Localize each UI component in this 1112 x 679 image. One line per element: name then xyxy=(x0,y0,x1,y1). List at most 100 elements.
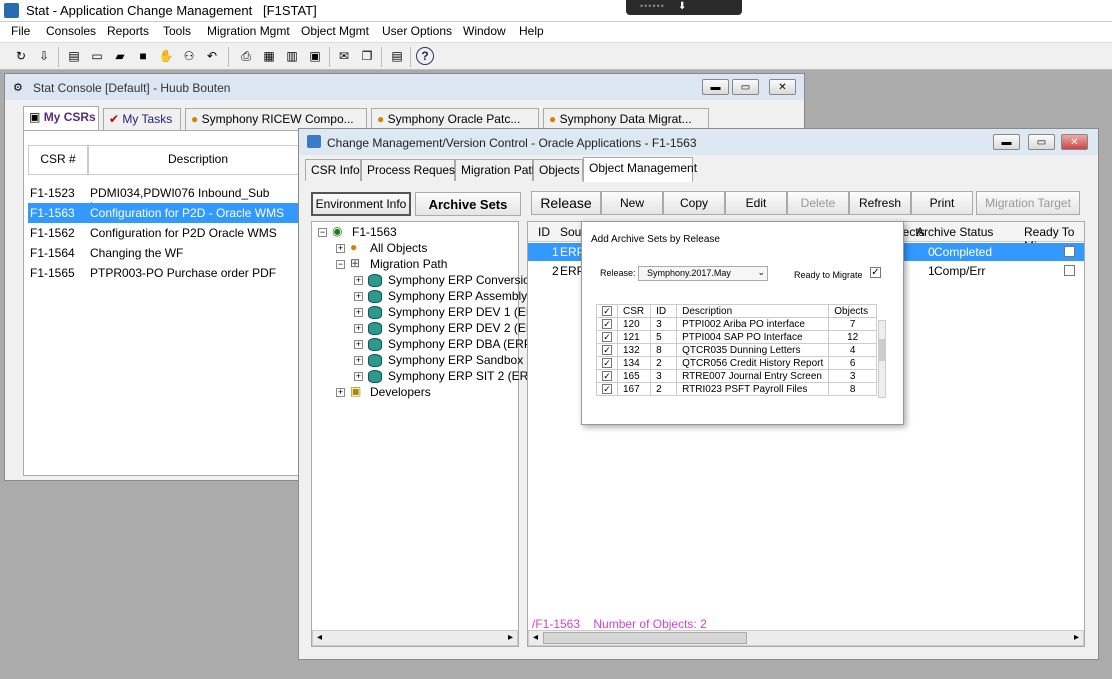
column-header-csr[interactable]: CSR xyxy=(616,304,652,318)
windows-icon[interactable]: ❐ xyxy=(358,47,376,65)
edit-button[interactable]: Edit xyxy=(725,191,787,215)
menu-consoles[interactable]: Consoles xyxy=(46,24,96,38)
row-checkbox-cell[interactable]: ✓ xyxy=(596,356,618,370)
ready-checkbox[interactable] xyxy=(1064,246,1075,257)
maximize-button[interactable]: ▭ xyxy=(732,79,759,95)
refresh-button[interactable]: Refresh xyxy=(849,191,911,215)
new-csr-icon[interactable]: ⇩ xyxy=(35,47,53,65)
tree-env[interactable]: Symphony ERP Conversion xyxy=(388,273,537,287)
tab-process-request[interactable]: Process Request xyxy=(361,159,458,181)
maximize-button[interactable]: ▭ xyxy=(1028,134,1055,150)
table-row[interactable]: F1-1562 Configuration for P2D Oracle WMS xyxy=(28,223,298,243)
row-checkbox[interactable]: ✓ xyxy=(602,384,612,394)
expand-icon[interactable]: + xyxy=(354,308,363,317)
save-icon[interactable]: ■ xyxy=(134,47,152,65)
copy-button[interactable]: Copy xyxy=(663,191,725,215)
row-checkbox[interactable]: ✓ xyxy=(602,358,612,368)
calendar-icon[interactable]: ▣ xyxy=(306,47,324,65)
menu-migration-mgmt[interactable]: Migration Mgmt xyxy=(207,24,290,38)
grid-row[interactable]: ✓ 121 5 PTPI004 SAP PO Interface 12 xyxy=(596,330,877,344)
tree-env[interactable]: Symphony ERP DEV 1 (ERP xyxy=(388,305,543,319)
open-icon[interactable]: ↻ xyxy=(12,47,30,65)
tab-oracle-patch[interactable]: ● Symphony Oracle Patc... xyxy=(371,108,539,130)
tree-env[interactable]: Symphony ERP SIT 2 (ERP xyxy=(388,369,536,383)
minimize-button[interactable]: ▬ xyxy=(993,134,1020,150)
environment-info-button[interactable]: Environment Info xyxy=(311,192,411,216)
remote-session-bar[interactable]: •••••• ⬇ xyxy=(626,0,742,15)
folder-icon[interactable]: ▰ xyxy=(111,47,129,65)
table-row-selected[interactable]: F1-1563 Configuration for P2D - Oracle W… xyxy=(28,203,298,223)
collapse-icon[interactable]: − xyxy=(336,260,345,269)
grid-row[interactable]: ✓ 167 2 RTRI023 PSFT Payroll Files 8 xyxy=(596,382,877,396)
menu-user-options[interactable]: User Options xyxy=(382,24,452,38)
tab-csr-info[interactable]: CSR Info xyxy=(305,159,361,181)
grid-row[interactable]: ✓ 120 3 PTPI002 Ariba PO interface 7 xyxy=(596,317,877,331)
column-header-objects[interactable]: Objects xyxy=(828,304,877,318)
migration-target-button[interactable]: Migration Target xyxy=(976,191,1080,215)
column-header-csr[interactable]: CSR # xyxy=(28,145,88,175)
print-button[interactable]: Print xyxy=(911,191,973,215)
table-row[interactable]: F1-1564 Changing the WF xyxy=(28,243,298,263)
document-icon[interactable]: ▤ xyxy=(65,47,83,65)
grid-v-scrollbar[interactable] xyxy=(878,320,886,398)
archive-sets-button[interactable]: Archive Sets xyxy=(415,192,521,216)
print-icon[interactable]: ⎙ xyxy=(237,47,255,65)
tab-data-migration[interactable]: ● Symphony Data Migrat... xyxy=(543,108,709,130)
ready-to-migrate-checkbox[interactable]: ✓ xyxy=(870,267,881,278)
row-checkbox[interactable]: ✓ xyxy=(602,345,612,355)
messages-icon[interactable]: ✉ xyxy=(335,47,353,65)
row-checkbox[interactable]: ✓ xyxy=(602,332,612,342)
expand-icon[interactable]: + xyxy=(354,356,363,365)
expand-icon[interactable]: + xyxy=(354,340,363,349)
menu-help[interactable]: Help xyxy=(519,24,544,38)
grid-row[interactable]: ✓ 132 8 QTCR035 Dunning Letters 4 xyxy=(596,343,877,357)
release-button[interactable]: Release xyxy=(531,191,601,215)
row-checkbox-cell[interactable]: ✓ xyxy=(596,369,618,383)
menu-window[interactable]: Window xyxy=(463,24,506,38)
menu-tools[interactable]: Tools xyxy=(163,24,191,38)
expand-icon[interactable]: + xyxy=(354,292,363,301)
menu-object-mgmt[interactable]: Object Mgmt xyxy=(301,24,369,38)
row-checkbox-cell[interactable]: ✓ xyxy=(596,317,618,331)
release-dropdown[interactable]: Symphony.2017.May ⌄ xyxy=(638,266,768,281)
undo-icon[interactable]: ↶ xyxy=(203,47,221,65)
header-checkbox-cell[interactable]: ✓ xyxy=(596,304,618,318)
row-checkbox-cell[interactable]: ✓ xyxy=(596,382,618,396)
table-row[interactable]: F1-1523 PDMI034,PDWI076 Inbound_Sub inve… xyxy=(28,183,298,214)
tree-developers[interactable]: Developers xyxy=(370,385,431,399)
close-button[interactable]: ✕ xyxy=(769,79,796,95)
tree-env[interactable]: Symphony ERP Sandbox ( xyxy=(388,353,531,367)
new-file-icon[interactable]: ▭ xyxy=(88,47,106,65)
stop-icon[interactable]: ✋ xyxy=(157,47,175,65)
new-button[interactable]: New xyxy=(601,191,663,215)
scroll-thumb[interactable] xyxy=(543,632,747,644)
collapse-icon[interactable]: − xyxy=(318,228,327,237)
scroll-thumb[interactable] xyxy=(879,339,885,361)
menu-file[interactable]: File xyxy=(11,24,30,38)
tab-migration-path[interactable]: Migration Path xyxy=(455,159,538,181)
grid-row[interactable]: ✓ 165 3 RTRE007 Journal Entry Screen 3 xyxy=(596,369,877,383)
row-checkbox-cell[interactable]: ✓ xyxy=(596,330,618,344)
menu-reports[interactable]: Reports xyxy=(107,24,149,38)
tree-all-objects[interactable]: All Objects xyxy=(370,241,427,255)
tree-root[interactable]: F1-1563 xyxy=(352,225,397,239)
tree-h-scrollbar[interactable]: ◂ ▸ xyxy=(312,630,518,646)
expand-icon[interactable]: + xyxy=(354,324,363,333)
help-icon[interactable]: ? xyxy=(416,47,434,65)
tab-objects[interactable]: Objects xyxy=(533,159,583,181)
column-header-description[interactable]: Description xyxy=(88,145,308,175)
table-row[interactable]: F1-1565 PTPR003-PO Purchase order PDF xyxy=(28,263,298,283)
row-checkbox[interactable]: ✓ xyxy=(602,371,612,381)
tab-ricew[interactable]: ● Symphony RICEW Compo... xyxy=(185,108,367,130)
tab-my-csrs[interactable]: ▣ My CSRs xyxy=(23,106,99,130)
select-all-checkbox[interactable]: ✓ xyxy=(602,306,612,316)
column-header-description[interactable]: Description xyxy=(676,304,830,318)
row-checkbox-cell[interactable]: ✓ xyxy=(596,343,618,357)
minimize-button[interactable]: ▬ xyxy=(702,79,729,95)
report-icon[interactable]: ▦ xyxy=(260,47,278,65)
tab-object-management[interactable]: Object Management xyxy=(583,157,697,182)
ready-checkbox[interactable] xyxy=(1064,265,1075,276)
expand-icon[interactable]: + xyxy=(336,244,345,253)
tree-migration-path[interactable]: Migration Path xyxy=(370,257,447,271)
column-header-id[interactable]: ID xyxy=(538,225,550,239)
